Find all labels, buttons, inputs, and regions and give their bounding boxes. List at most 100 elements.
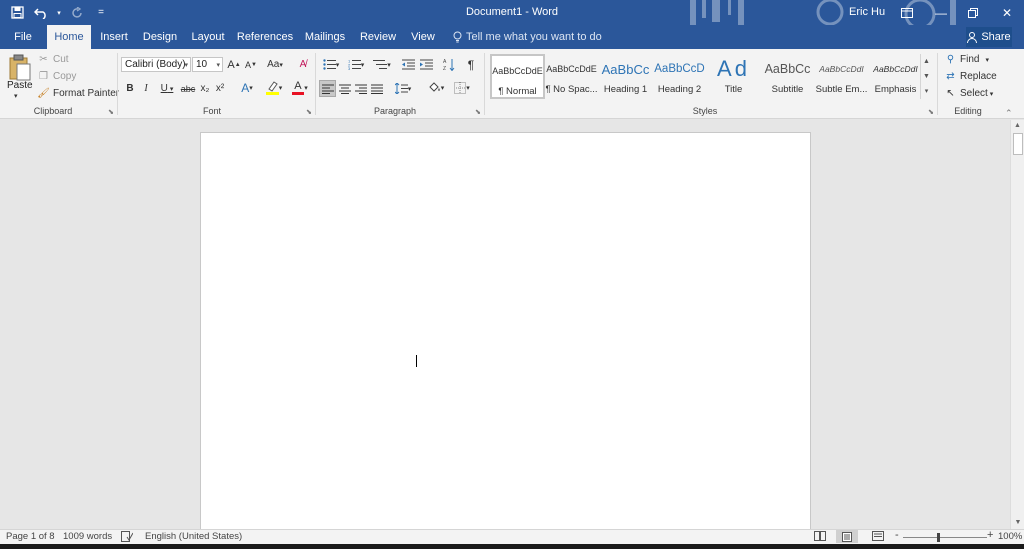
format-painter-button[interactable]: 🖌 Format Painter	[37, 87, 119, 100]
bullets-button[interactable]: ▾	[320, 57, 342, 72]
word-count[interactable]: 1009 words	[63, 531, 112, 542]
page-count[interactable]: Page 1 of 8	[6, 531, 55, 542]
style-title[interactable]: Ad Title	[706, 54, 761, 99]
restore-icon	[968, 7, 978, 18]
document-page[interactable]	[200, 132, 811, 529]
gallery-up-icon[interactable]: ▲	[921, 54, 932, 69]
align-left-button[interactable]	[319, 80, 336, 97]
font-launcher-icon[interactable]: ⬊	[306, 108, 312, 116]
style-sample: AaBbCcDdE	[546, 64, 597, 74]
line-spacing-button[interactable]: ▾	[392, 81, 414, 96]
ribbon-display-options-button[interactable]	[890, 0, 924, 25]
zoom-in-button[interactable]: +	[987, 529, 993, 541]
align-right-button[interactable]	[353, 81, 369, 96]
tab-insert[interactable]: Insert	[96, 25, 132, 49]
gallery-more-icon[interactable]: ▾	[921, 84, 932, 99]
style-sample: AaBbCc	[601, 61, 650, 77]
change-case-button[interactable]: Aa ▾	[264, 57, 286, 72]
tab-references[interactable]: References	[237, 25, 293, 49]
subscript-button[interactable]: x₂	[199, 81, 211, 96]
font-family-combo[interactable]: Calibri (Body) ▾	[121, 57, 191, 72]
chevron-down-icon: ▾	[184, 61, 188, 69]
style-subtle-emphasis[interactable]: AaBbCcDdI Subtle Em...	[814, 54, 869, 99]
text-effects-button[interactable]: A ▾	[236, 80, 258, 95]
zoom-level[interactable]: 100%	[998, 531, 1022, 542]
vertical-scrollbar[interactable]: ▲ ▼	[1010, 120, 1024, 529]
tell-me-search[interactable]: Tell me what you want to do	[453, 25, 602, 49]
increase-indent-button[interactable]	[418, 57, 434, 72]
style-heading-2[interactable]: AaBbCcD Heading 2	[652, 54, 707, 99]
clipboard-launcher-icon[interactable]: ⬊	[108, 108, 114, 116]
tab-home[interactable]: Home	[47, 25, 91, 49]
show-hide-button[interactable]: ¶	[464, 57, 478, 72]
restore-button[interactable]	[956, 0, 990, 25]
font-size-combo[interactable]: 10 ▾	[192, 57, 223, 72]
style-name: ¶ Normal	[498, 86, 537, 97]
close-button[interactable]: ✕	[990, 0, 1024, 25]
style-no-spacing[interactable]: AaBbCcDdE ¶ No Spac...	[544, 54, 599, 99]
grow-font-button[interactable]: A ▲	[227, 57, 241, 72]
find-button[interactable]: ⚲ Find ▾	[944, 53, 989, 66]
borders-button[interactable]: ▾	[450, 80, 474, 95]
copy-button[interactable]: ❐ Copy	[37, 70, 76, 83]
shading-button[interactable]: ▾	[424, 80, 448, 95]
style-sample: AaBbCcDdE	[492, 66, 543, 76]
minimize-button[interactable]: —	[924, 0, 958, 25]
styles-launcher-icon[interactable]: ⬊	[928, 108, 934, 116]
highlight-color-button[interactable]: ▾	[262, 80, 286, 95]
gallery-down-icon[interactable]: ▼	[921, 69, 932, 84]
clear-formatting-icon: A̸	[299, 59, 307, 70]
document-canvas[interactable]	[0, 120, 1010, 529]
collapse-ribbon-icon[interactable]: ⌃	[1005, 108, 1013, 119]
tab-file[interactable]: File	[6, 25, 40, 49]
lightbulb-icon	[453, 31, 462, 43]
select-button[interactable]: ↖ Select ▾	[944, 87, 993, 100]
tab-design[interactable]: Design	[140, 25, 180, 49]
paragraph-launcher-icon[interactable]: ⬊	[475, 108, 481, 116]
print-layout-icon[interactable]	[836, 530, 858, 543]
tab-review[interactable]: Review	[358, 25, 398, 49]
scroll-up-icon[interactable]: ▲	[1011, 120, 1024, 132]
font-family-value: Calibri (Body)	[125, 59, 186, 70]
scrollbar-thumb[interactable]	[1013, 133, 1023, 155]
close-icon: ✕	[1001, 5, 1013, 20]
justify-button[interactable]	[369, 81, 385, 96]
tab-layout[interactable]: Layout	[188, 25, 228, 49]
style-emphasis[interactable]: AaBbCcDdI Emphasis	[868, 54, 923, 99]
user-name[interactable]: Eric Hu	[849, 6, 885, 18]
align-right-icon	[355, 84, 367, 94]
decrease-indent-button[interactable]	[400, 57, 416, 72]
align-center-button[interactable]	[337, 81, 353, 96]
language[interactable]: English (United States)	[145, 531, 242, 542]
multilevel-list-button[interactable]: ▾	[370, 57, 394, 72]
tab-view[interactable]: View	[406, 25, 440, 49]
bold-button[interactable]: B	[124, 81, 136, 96]
clear-formatting-button[interactable]: A̸	[296, 57, 310, 72]
zoom-slider-thumb[interactable]	[937, 533, 940, 542]
superscript-button[interactable]: x²	[214, 81, 226, 96]
zoom-out-button[interactable]: -	[895, 529, 899, 541]
strikethrough-button[interactable]: abc	[180, 81, 196, 96]
replace-button[interactable]: ⇄ Replace	[944, 70, 996, 83]
proofing-icon[interactable]	[121, 531, 134, 545]
paste-dropdown-icon[interactable]: ▾	[14, 92, 18, 100]
sort-button[interactable]: AZ	[442, 57, 456, 72]
share-button[interactable]: Share	[966, 27, 1012, 47]
cut-label: Cut	[53, 54, 69, 65]
italic-button[interactable]: I	[140, 81, 152, 96]
numbering-button[interactable]: 1 2 3 ▾	[345, 57, 367, 72]
style-subtitle[interactable]: AaBbCc Subtitle	[760, 54, 815, 99]
scroll-down-icon[interactable]: ▼	[1011, 517, 1024, 529]
style-heading-1[interactable]: AaBbCc Heading 1	[598, 54, 653, 99]
web-layout-icon[interactable]	[872, 531, 884, 544]
zoom-slider[interactable]	[903, 537, 987, 538]
paste-button[interactable]: Paste	[7, 80, 33, 91]
shrink-font-button[interactable]: A ▼	[244, 57, 258, 72]
read-mode-icon[interactable]	[814, 531, 826, 544]
style-normal[interactable]: AaBbCcDdE ¶ Normal	[490, 54, 545, 99]
underline-button[interactable]: U ▾	[156, 81, 178, 96]
font-color-button[interactable]: A ▾	[288, 80, 312, 95]
tab-mailings[interactable]: Mailings	[302, 25, 348, 49]
cut-button[interactable]: ✂ Cut	[37, 53, 69, 66]
style-name: Heading 1	[603, 84, 648, 95]
